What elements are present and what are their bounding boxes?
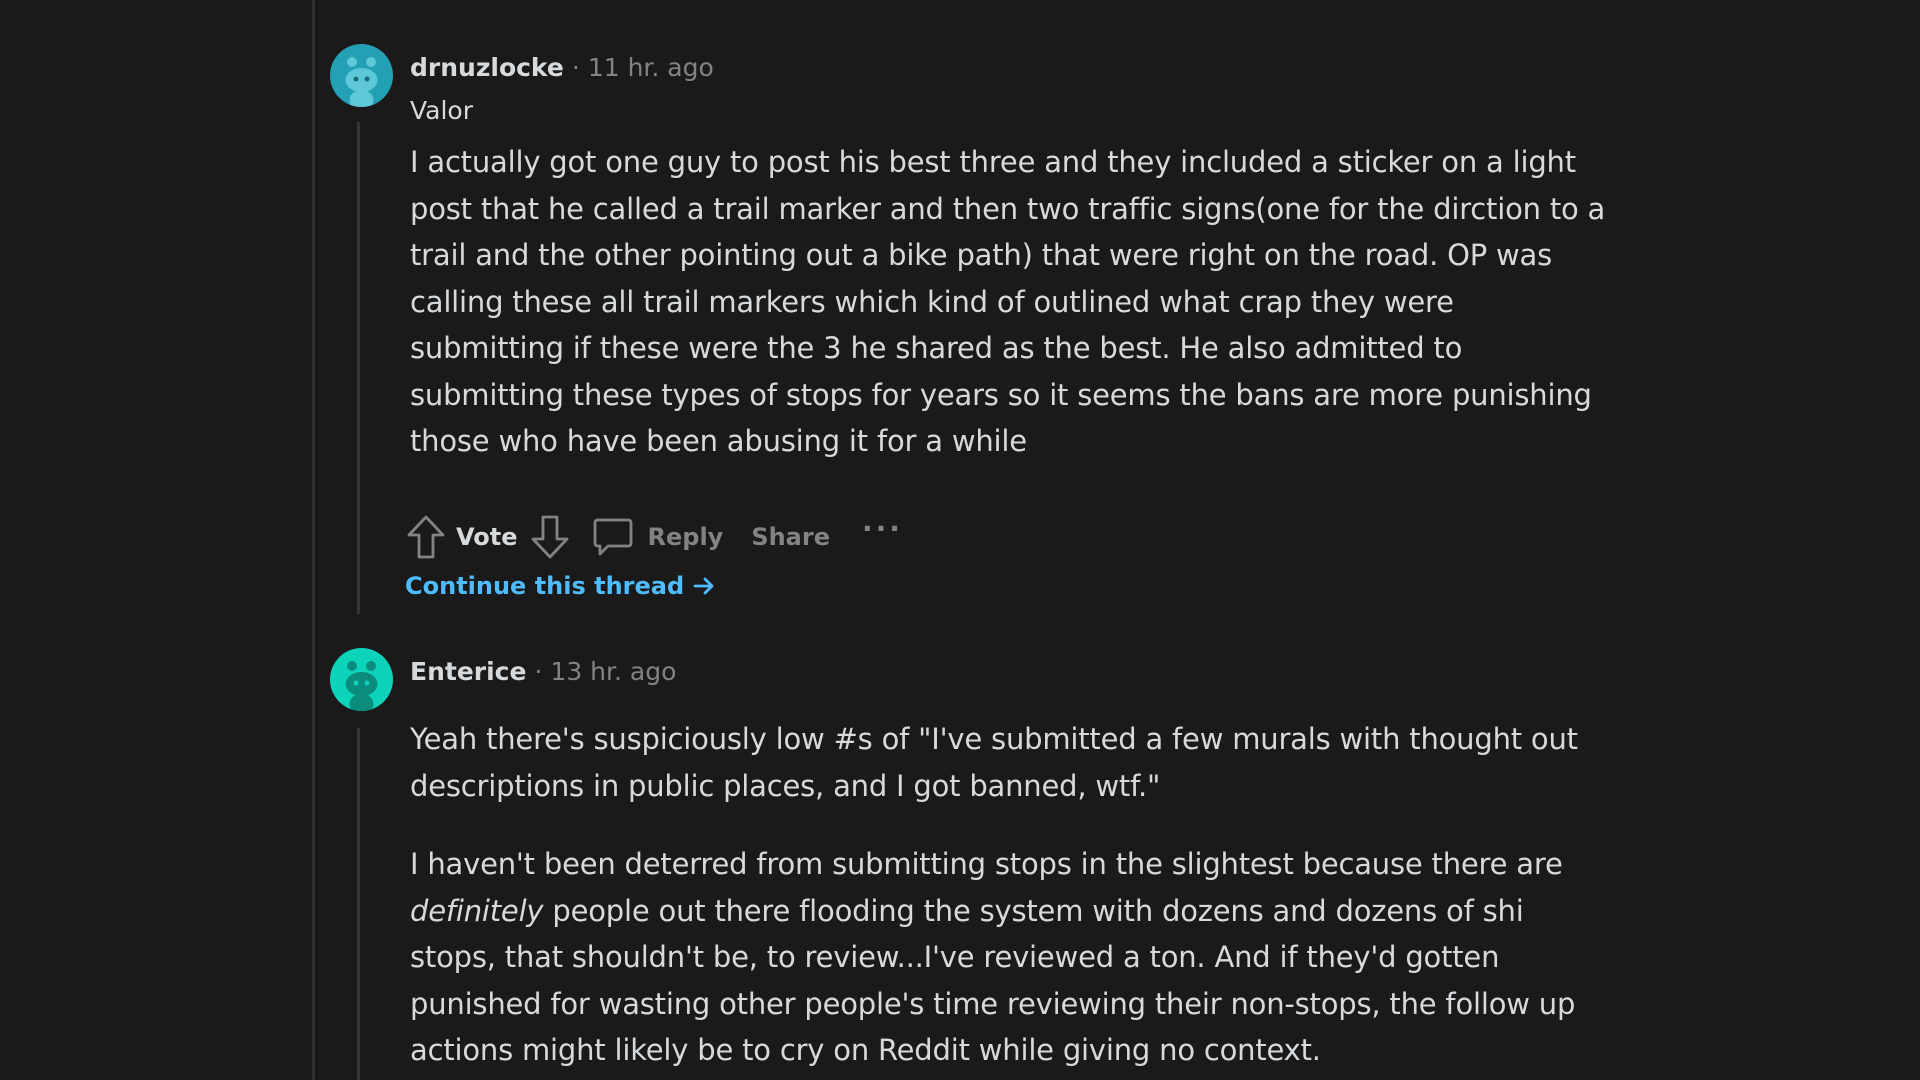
more-options-button[interactable]: ··· [862, 515, 903, 543]
downvote-button[interactable] [530, 514, 570, 560]
comment-paragraph: Yeah there's suspiciously low #s of "I'v… [410, 722, 1578, 803]
reply-label: Reply [647, 523, 724, 551]
user-flair: Valor [410, 96, 474, 125]
timestamp[interactable]: 13 hr. ago [550, 657, 676, 686]
comment-paragraph: I haven't been deterred from submitting … [410, 841, 1610, 1074]
comment-actions: Vote Reply Share ··· [406, 512, 903, 562]
avatar[interactable] [330, 44, 393, 107]
comment-bubble-icon [593, 518, 632, 556]
paragraph-text: I haven't been deterred from submitting … [410, 847, 1563, 881]
comment-thread-page: drnuzlocke · 11 hr. ago Valor I actually g… [0, 0, 1920, 1080]
thread-line[interactable] [357, 728, 360, 1080]
comment-paragraph: I actually got one guy to post his best … [410, 145, 1606, 458]
comment-meta: Enterice · 13 hr. ago [410, 656, 676, 688]
comment-body: I actually got one guy to post his best … [410, 139, 1610, 465]
arrow-down-icon [531, 515, 568, 559]
author-name[interactable]: drnuzlocke [410, 53, 564, 82]
vote-count: Vote [456, 523, 518, 551]
arrow-up-icon [407, 515, 445, 559]
comment-meta: drnuzlocke · 11 hr. ago [410, 52, 714, 84]
thread-line[interactable] [357, 122, 360, 614]
continue-thread-label: Continue this thread [405, 572, 685, 600]
meta-separator: · [534, 657, 543, 686]
paragraph-text: people out there flooding the system wit… [410, 893, 1585, 1068]
emphasis-text: definitely [410, 893, 544, 928]
upvote-button[interactable] [406, 514, 446, 560]
share-button[interactable]: Share [751, 523, 830, 551]
arrow-right-icon [693, 577, 714, 595]
avatar[interactable] [330, 648, 393, 711]
meta-separator: · [571, 53, 580, 82]
comment: drnuzlocke · 11 hr. ago Valor I actually g… [330, 44, 1605, 624]
reply-button[interactable]: Reply [592, 516, 724, 558]
comment-body: Yeah there's suspiciously low #s of "I'v… [410, 716, 1610, 1074]
post-border-line [312, 0, 315, 1080]
continue-thread-link[interactable]: Continue this thread [405, 572, 716, 600]
comment: Enterice · 13 hr. ago Yeah there's suspici… [330, 648, 1600, 1080]
timestamp[interactable]: 11 hr. ago [588, 53, 714, 82]
author-name[interactable]: Enterice [410, 657, 526, 686]
